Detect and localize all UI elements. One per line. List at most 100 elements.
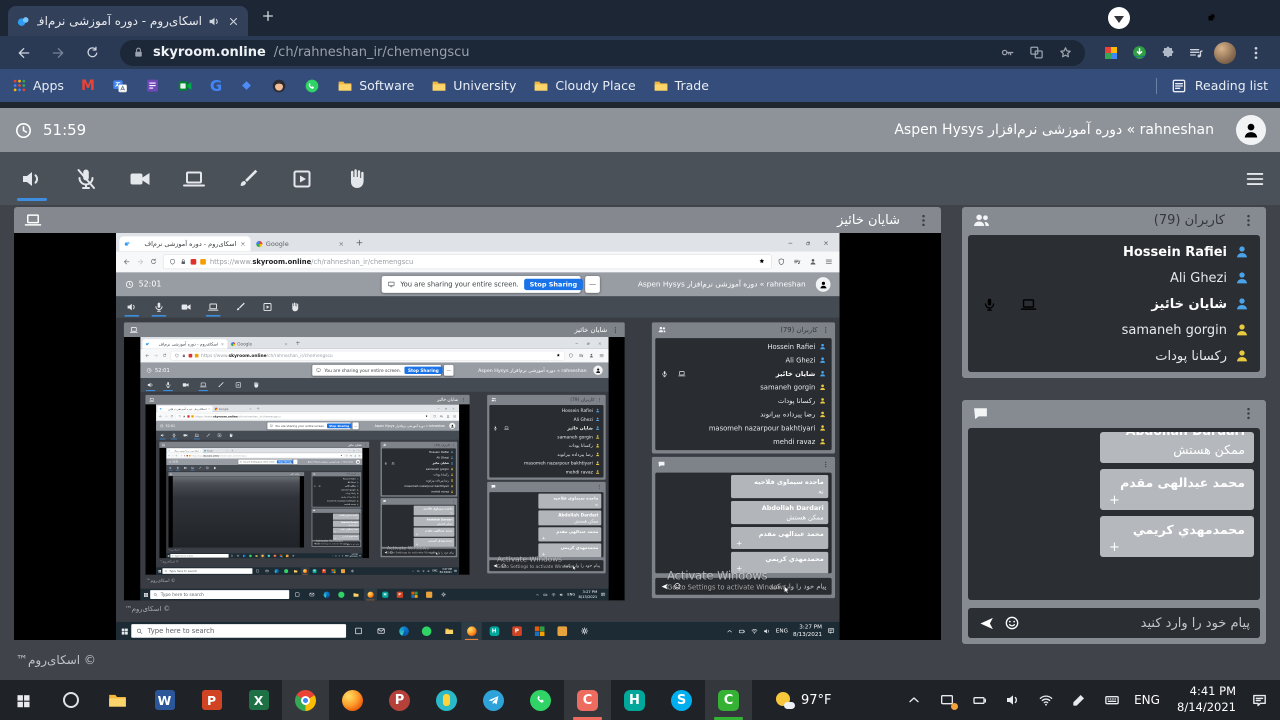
taskbar-app-camtasia-red[interactable]: C — [564, 680, 611, 720]
bookmark-item[interactable]: Apps — [12, 78, 64, 93]
chat-message-expand[interactable]: + — [736, 564, 742, 572]
chat-message-expand[interactable]: + — [541, 551, 545, 556]
action-center-icon[interactable] — [1238, 692, 1280, 709]
key-icon[interactable] — [1000, 45, 1015, 60]
shared-stop-sharing-button: Stop Sharing — [404, 367, 442, 374]
taskbar-app-chrome[interactable] — [282, 680, 329, 720]
browser-tab[interactable]: اسکای‌روم - دوره آموزشی نرم‌اف — [8, 6, 248, 36]
keyboard-tray-icon[interactable] — [1095, 692, 1128, 708]
screen-share-button[interactable] — [176, 158, 212, 200]
taskbar-app-firefox[interactable] — [329, 680, 376, 720]
chat-message-expand[interactable]: + — [334, 538, 336, 540]
taskbar-app-powerpoint[interactable]: P — [188, 680, 235, 720]
media-player-button[interactable] — [284, 158, 320, 200]
shared-stop-sharing-button: Stop Sharing — [326, 424, 351, 429]
playlist-extension-icon[interactable] — [1188, 45, 1204, 61]
shared-tray-wifi-icon — [338, 555, 340, 557]
translate-icon[interactable] — [1029, 45, 1044, 60]
bookmark-item[interactable]: M — [81, 78, 95, 94]
palette-extension-icon[interactable] — [1103, 45, 1119, 61]
emoji-icon[interactable] — [1004, 615, 1020, 631]
bookmark-item[interactable]: Trade — [653, 78, 709, 94]
raise-hand-button[interactable] — [338, 158, 374, 200]
address-bar[interactable]: skyroom.online/ch/rahneshan_ir/chemengsc… — [120, 40, 1085, 66]
draw-button[interactable] — [230, 158, 266, 200]
users-options-icon[interactable] — [1241, 213, 1256, 228]
media-controls-button[interactable] — [1108, 7, 1130, 29]
idm-extension-icon[interactable] — [1131, 44, 1148, 61]
chat-message-expand[interactable]: + — [1109, 540, 1120, 555]
shared-chat-panel: ماجده سیماوی فلاحیهنهAbdollah Dardariممک… — [487, 482, 606, 573]
chat-message-expand[interactable]: + — [541, 535, 545, 540]
back-button[interactable] — [10, 45, 38, 61]
bookmark-item[interactable]: G — [210, 77, 222, 95]
bookmark-item[interactable] — [271, 78, 287, 94]
microphone-muted-button[interactable] — [68, 158, 104, 200]
taskbar-app-explorer[interactable] — [94, 680, 141, 720]
user-row[interactable]: رکسانا پودات — [968, 343, 1260, 369]
taskbar-app-skype[interactable]: S — [658, 680, 705, 720]
bookmark-item[interactable] — [177, 78, 193, 94]
bookmark-item[interactable] — [145, 78, 160, 93]
taskbar-app-whatsapp[interactable] — [517, 680, 564, 720]
chevron-up-tray-icon[interactable] — [897, 692, 930, 708]
window-minimize-button[interactable] — [1146, 0, 1188, 34]
chat-input[interactable]: پیام خود را وارد کنید — [968, 608, 1260, 638]
bookmark-item[interactable]: Software — [337, 78, 414, 94]
chat-message-expand[interactable]: + — [1109, 493, 1120, 508]
taskbar-app-hotspot-shield[interactable]: H — [611, 680, 658, 720]
language-indicator[interactable]: ENG — [1128, 693, 1166, 707]
user-status-icon — [1234, 296, 1250, 312]
tab-close-icon[interactable] — [227, 15, 240, 28]
user-row[interactable]: Hossein Rafiei — [968, 239, 1260, 265]
bookmark-item[interactable]: Cloudy Place — [533, 78, 635, 94]
taskbar-app-lantern[interactable] — [423, 680, 470, 720]
taskbar-app-word[interactable]: W — [141, 680, 188, 720]
menu-icon[interactable] — [1244, 168, 1266, 190]
user-row[interactable]: Ali Ghezi — [968, 265, 1260, 291]
battery-tray-icon[interactable] — [963, 692, 996, 708]
tab-audio-icon[interactable] — [208, 15, 221, 28]
shared-screen-video[interactable]: اسکای‌روم - دوره آموزشی نرم‌افGoogle+htt… — [14, 233, 941, 640]
bookmark-item[interactable] — [112, 78, 128, 94]
screen-share-options-icon[interactable] — [916, 213, 931, 228]
browser-profile-avatar[interactable] — [1214, 42, 1236, 64]
browser-menu-button[interactable] — [1242, 45, 1270, 61]
tablet-notification-tray-icon[interactable] — [930, 692, 963, 708]
camera-button[interactable] — [122, 158, 158, 200]
forward-button[interactable] — [44, 45, 72, 61]
window-close-button[interactable] — [1236, 0, 1278, 34]
new-tab-button[interactable] — [260, 8, 276, 24]
taskbar-app-start[interactable] — [0, 680, 47, 720]
reload-button[interactable] — [78, 45, 106, 60]
bookmark-item[interactable] — [304, 78, 320, 94]
chat-message-expand[interactable]: + — [415, 533, 418, 537]
speaker-button[interactable] — [14, 158, 50, 200]
wifi-tray-icon[interactable] — [1029, 692, 1062, 708]
chat-message-expand[interactable]: + — [415, 543, 418, 547]
extensions-puzzle-icon[interactable] — [1160, 45, 1176, 61]
shared-photos-tile — [333, 571, 335, 573]
chat-message-expand[interactable]: + — [334, 531, 336, 533]
user-row[interactable]: samaneh gorgin — [968, 317, 1260, 343]
chat-message-expand[interactable]: + — [736, 539, 742, 547]
send-icon[interactable] — [978, 615, 995, 632]
user-row[interactable]: شایان خائیز — [968, 291, 1260, 317]
omnibox-actions — [1000, 45, 1073, 60]
taskbar-clock[interactable]: 4:41 PM 8/14/2021 — [1166, 684, 1238, 715]
speaker-tray-icon[interactable] — [996, 692, 1029, 708]
taskbar-app-telegram[interactable] — [470, 680, 517, 720]
taskbar-app-psiphon[interactable]: P — [376, 680, 423, 720]
pen-tray-icon[interactable] — [1062, 692, 1095, 708]
taskbar-app-cortana[interactable] — [47, 680, 94, 720]
weather-widget[interactable]: 97°F — [766, 691, 842, 709]
star-icon[interactable] — [1058, 45, 1073, 60]
taskbar-app-camtasia-green[interactable]: C — [705, 680, 752, 720]
bookmark-item[interactable]: University — [431, 78, 516, 94]
account-avatar[interactable] — [1236, 115, 1266, 145]
chat-options-icon[interactable] — [1241, 406, 1256, 421]
window-restore-button[interactable] — [1190, 0, 1232, 34]
taskbar-app-excel[interactable]: X — [235, 680, 282, 720]
reading-list-button[interactable]: Reading list — [1156, 78, 1268, 94]
bookmark-item[interactable] — [239, 78, 254, 93]
